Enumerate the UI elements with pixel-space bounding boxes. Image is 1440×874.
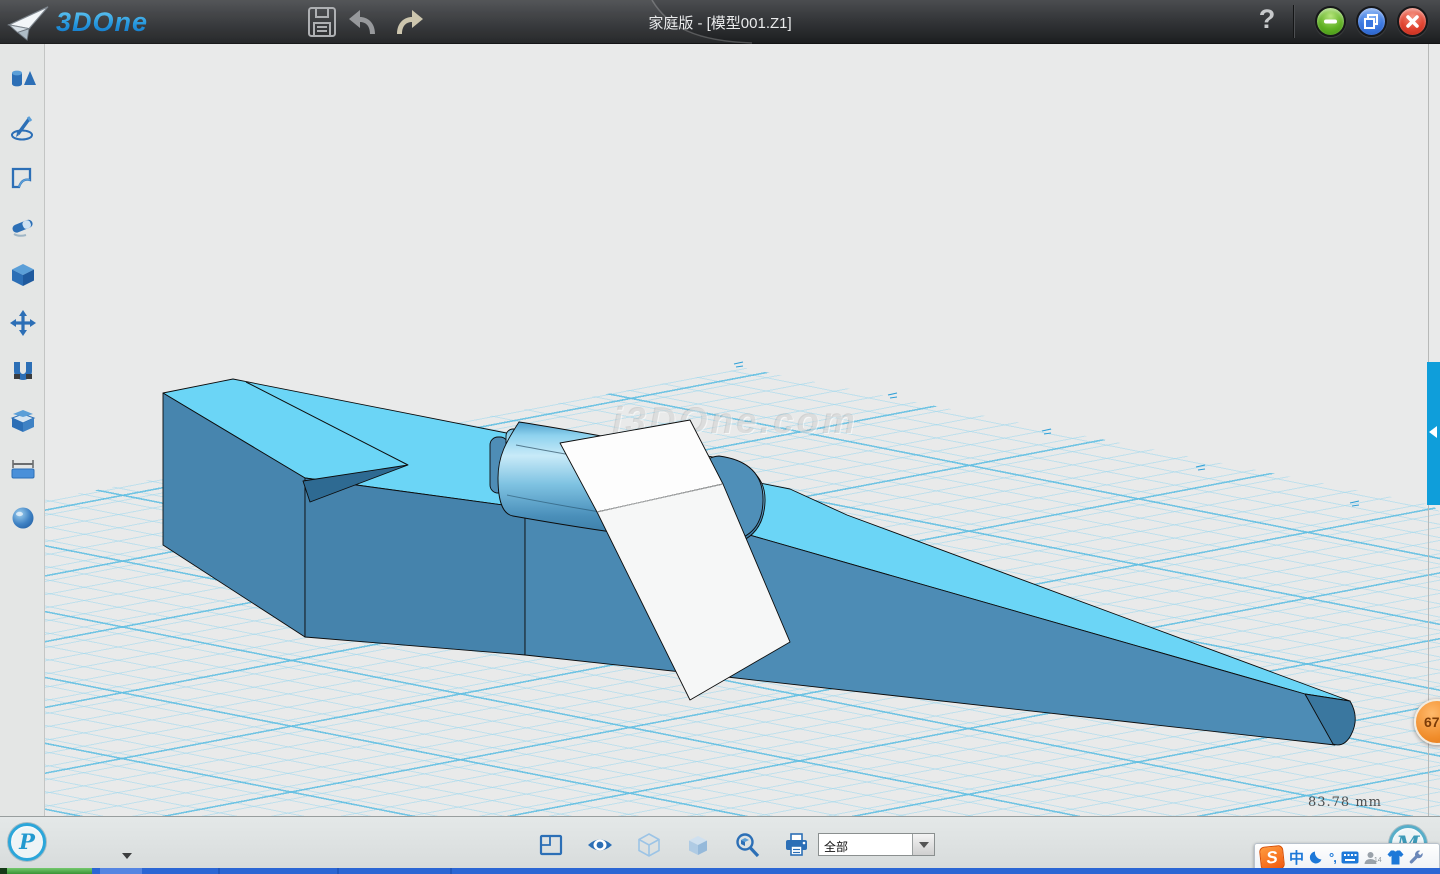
ime-skin-button[interactable] [1387,850,1404,865]
move-arrows-icon [9,309,37,337]
ime-account-button[interactable]: 14 [1364,851,1382,865]
viewport-layout-button[interactable] [536,832,566,860]
viewport-icon [538,833,564,857]
soft-keyboard-button[interactable] [1341,851,1359,864]
ime-fullhalf-toggle[interactable] [1309,850,1324,865]
moon-icon [1309,850,1324,865]
close-x-icon [1399,8,1426,35]
ime-settings-button[interactable] [1409,850,1424,865]
zoom-button[interactable] [732,832,762,860]
save-button[interactable] [306,6,338,38]
print-icon [783,832,810,858]
chevron-left-icon [1429,426,1437,438]
shaded-display-icon [685,832,711,858]
taskbar-sliver[interactable] [0,868,1440,874]
viewport-canvas[interactable]: i3DOne.com [0,44,1440,816]
visibility-eye-icon [586,833,614,857]
sweep-feature-tool[interactable] [9,212,37,240]
material-tool[interactable] [9,504,37,532]
sweep-feature-icon [9,212,37,240]
undo-arrow-icon [348,6,382,38]
chevron-down-icon[interactable] [912,834,934,855]
help-button[interactable]: ? [1252,4,1282,38]
restore-windows-icon [1358,8,1385,35]
primitives-icon [9,65,37,93]
material-sphere-icon [9,504,37,532]
sketch-draw-tool[interactable] [9,114,37,142]
profile-dropdown-caret[interactable] [122,853,132,859]
close-button[interactable] [1397,6,1428,37]
solid-edit-cube-icon [9,261,37,289]
skin-tshirt-icon [1387,850,1404,865]
wireframe-display-icon [636,832,662,858]
view-controls [536,832,830,860]
shaded-display-button[interactable] [683,832,713,860]
sketch-draw-icon [9,114,37,142]
ime-language-toggle[interactable]: 中 [1289,847,1304,868]
zoom-search-icon [734,832,761,859]
move-tool[interactable] [9,309,37,337]
window-title: 家庭版 - [模型001.Z1] [648,12,791,33]
measure-ruler-icon [9,455,37,483]
titlebar-separator [1293,5,1294,38]
combine-tool[interactable] [9,406,37,434]
print-button[interactable] [781,832,811,860]
profile-badge[interactable]: P [8,823,46,861]
minimize-icon [1317,8,1344,35]
sketch-edit-tool[interactable] [9,163,37,191]
constraint-tool[interactable] [9,358,37,386]
minimize-button[interactable] [1315,6,1346,37]
panel-collapse-tab[interactable] [1427,362,1440,505]
visibility-button[interactable] [585,832,615,860]
app-logo: 3DOne [6,2,148,42]
hull-front-face-1 [305,478,525,655]
app-logo-text: 3DOne [56,7,148,38]
measure-tool[interactable] [9,455,37,483]
primitives-tool[interactable] [9,65,37,93]
wrench-icon [1409,850,1424,865]
undo-button[interactable] [348,6,380,38]
magnet-constraint-icon [9,358,37,386]
display-filter-value: 全部 [824,838,848,855]
paper-plane-icon [6,3,52,41]
taskbar-task-sliver[interactable] [100,868,142,874]
3done-window: i3DOne.com [0,0,1440,874]
combine-box-icon [9,406,37,434]
taskbar-start-sliver[interactable] [7,868,92,874]
solid-edit-tool[interactable] [9,261,37,289]
titlebar: 3DOne 家庭版 - [模型001.Z1] ? [0,0,1440,44]
user-level: 14 [1374,857,1382,864]
save-floppy-icon [307,6,337,38]
punctuation-icon[interactable]: °, [1329,850,1336,865]
sogou-logo[interactable]: S [1259,844,1285,870]
left-toolbar [0,44,45,816]
statusbar: P [0,816,1440,868]
redo-arrow-icon [390,6,424,38]
scale-label: 83.78 mm [1280,795,1410,810]
wireframe-display-button[interactable] [634,832,664,860]
sketch-edit-icon [9,163,37,191]
display-filter-dropdown[interactable]: 全部 [818,833,935,856]
maximize-button[interactable] [1356,6,1387,37]
keyboard-icon [1341,851,1359,864]
redo-button[interactable] [390,6,422,38]
